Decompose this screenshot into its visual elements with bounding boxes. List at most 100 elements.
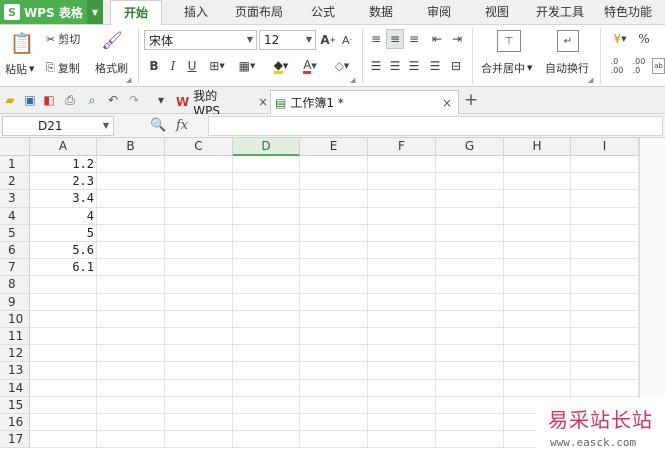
formula-input[interactable] xyxy=(208,116,663,136)
print-preview-icon[interactable]: ⌕ xyxy=(84,92,100,108)
wrap-text-icon[interactable]: ↵ xyxy=(557,30,579,52)
undo-icon[interactable]: ↶ xyxy=(105,92,121,108)
cell-a13[interactable] xyxy=(30,362,97,380)
cell-g17[interactable] xyxy=(436,431,504,449)
cell-e3[interactable] xyxy=(300,190,368,208)
cell-a2[interactable]: 2.3 xyxy=(30,173,97,191)
cell-f9[interactable] xyxy=(368,293,436,311)
save-icon[interactable]: ▣ xyxy=(22,92,38,108)
cell-h3[interactable] xyxy=(504,190,571,208)
row-header[interactable]: 11 xyxy=(0,328,30,346)
cell-d13[interactable] xyxy=(233,362,300,380)
align-top-icon[interactable]: ≡ xyxy=(368,31,384,47)
cell-d6[interactable] xyxy=(233,242,300,260)
tab-insert[interactable]: 插入 xyxy=(170,0,222,25)
cell-c2[interactable] xyxy=(165,173,233,191)
cell-g15[interactable] xyxy=(436,396,504,414)
cell-f8[interactable] xyxy=(368,276,436,294)
cell-e13[interactable] xyxy=(300,362,368,380)
copy-button[interactable]: ⎘ 复制 xyxy=(46,60,80,76)
row-header[interactable]: 3 xyxy=(0,190,30,208)
zoom-search-icon[interactable]: 🔍 xyxy=(150,118,166,133)
tab-view[interactable]: 视图 xyxy=(472,0,522,25)
cell-d3[interactable] xyxy=(233,190,300,208)
cell-a14[interactable] xyxy=(30,379,97,397)
cell-i10[interactable] xyxy=(571,310,639,328)
cell-g10[interactable] xyxy=(436,310,504,328)
cell-i5[interactable] xyxy=(571,224,639,242)
cell-h7[interactable] xyxy=(504,259,571,277)
cell-g4[interactable] xyxy=(436,207,504,225)
cell-a3[interactable]: 3.4 xyxy=(30,190,97,208)
cell-e6[interactable] xyxy=(300,242,368,260)
row-header[interactable]: 14 xyxy=(0,379,30,397)
cell-a15[interactable] xyxy=(30,396,97,414)
cell-b8[interactable] xyxy=(97,276,165,294)
cell-i11[interactable] xyxy=(571,328,639,346)
cell-i4[interactable] xyxy=(571,207,639,225)
tab-page-layout[interactable]: 页面布局 xyxy=(228,0,290,25)
cell-h11[interactable] xyxy=(504,328,571,346)
cell-h2[interactable] xyxy=(504,173,571,191)
cell-f16[interactable] xyxy=(368,414,436,432)
cell-c1[interactable] xyxy=(165,156,233,174)
cell-e11[interactable] xyxy=(300,328,368,346)
row-header[interactable]: 10 xyxy=(0,310,30,328)
cell-a17[interactable] xyxy=(30,431,97,449)
cell-e12[interactable] xyxy=(300,345,368,363)
column-header-c[interactable]: C xyxy=(165,138,233,156)
cell-f11[interactable] xyxy=(368,328,436,346)
cell-b11[interactable] xyxy=(97,328,165,346)
select-all-corner[interactable] xyxy=(0,138,30,156)
cell-d10[interactable] xyxy=(233,310,300,328)
cell-h6[interactable] xyxy=(504,242,571,260)
cell-c3[interactable] xyxy=(165,190,233,208)
italic-button[interactable]: I xyxy=(165,57,181,75)
increase-font-icon[interactable]: A + xyxy=(320,31,336,49)
decrease-font-icon[interactable]: A- xyxy=(340,31,354,49)
doc-tab-workbook1[interactable]: ▤ 工作簿1 * × xyxy=(270,90,459,114)
close-icon[interactable]: × xyxy=(258,95,268,109)
cell-b3[interactable] xyxy=(97,190,165,208)
close-icon[interactable]: × xyxy=(442,96,452,110)
export-pdf-icon[interactable]: ◧ xyxy=(41,92,57,108)
cell-a5[interactable]: 5 xyxy=(30,224,97,242)
cell-g13[interactable] xyxy=(436,362,504,380)
cell-e8[interactable] xyxy=(300,276,368,294)
row-header[interactable]: 4 xyxy=(0,207,30,225)
cell-a6[interactable]: 5.6 xyxy=(30,242,97,260)
cell-f12[interactable] xyxy=(368,345,436,363)
cell-i14[interactable] xyxy=(571,379,639,397)
cell-e1[interactable] xyxy=(300,156,368,174)
column-header-i[interactable]: I xyxy=(571,138,639,156)
tab-formulas[interactable]: 公式 xyxy=(298,0,348,25)
cell-c8[interactable] xyxy=(165,276,233,294)
cell-i12[interactable] xyxy=(571,345,639,363)
cell-g6[interactable] xyxy=(436,242,504,260)
cell-c13[interactable] xyxy=(165,362,233,380)
cell-f15[interactable] xyxy=(368,396,436,414)
cell-b1[interactable] xyxy=(97,156,165,174)
cell-a7[interactable]: 6.1 xyxy=(30,259,97,277)
cell-e2[interactable] xyxy=(300,173,368,191)
align-center-icon[interactable]: ☰ xyxy=(387,58,403,74)
cell-i8[interactable] xyxy=(571,276,639,294)
cell-h1[interactable] xyxy=(504,156,571,174)
redo-icon[interactable]: ↷ xyxy=(126,92,142,108)
number-format-icon[interactable]: ab xyxy=(652,58,665,74)
merge-center-button[interactable]: 合并居中 ▼ xyxy=(481,60,532,76)
cell-c16[interactable] xyxy=(165,414,233,432)
cell-b5[interactable] xyxy=(97,224,165,242)
paste-button[interactable]: 粘贴 ▼ xyxy=(5,61,34,77)
paste-icon[interactable]: 📋 xyxy=(8,29,36,57)
cell-a11[interactable] xyxy=(30,328,97,346)
cell-c14[interactable] xyxy=(165,379,233,397)
fill-color-icon[interactable]: ◆ ▼ xyxy=(268,57,294,75)
cell-a10[interactable] xyxy=(30,310,97,328)
print-icon[interactable]: ⎙ xyxy=(62,92,78,108)
doc-tab-my-wps[interactable]: W 我的WPS × xyxy=(176,89,268,118)
cell-b16[interactable] xyxy=(97,414,165,432)
cell-b15[interactable] xyxy=(97,396,165,414)
cell-d1[interactable] xyxy=(233,156,300,174)
cell-g12[interactable] xyxy=(436,345,504,363)
